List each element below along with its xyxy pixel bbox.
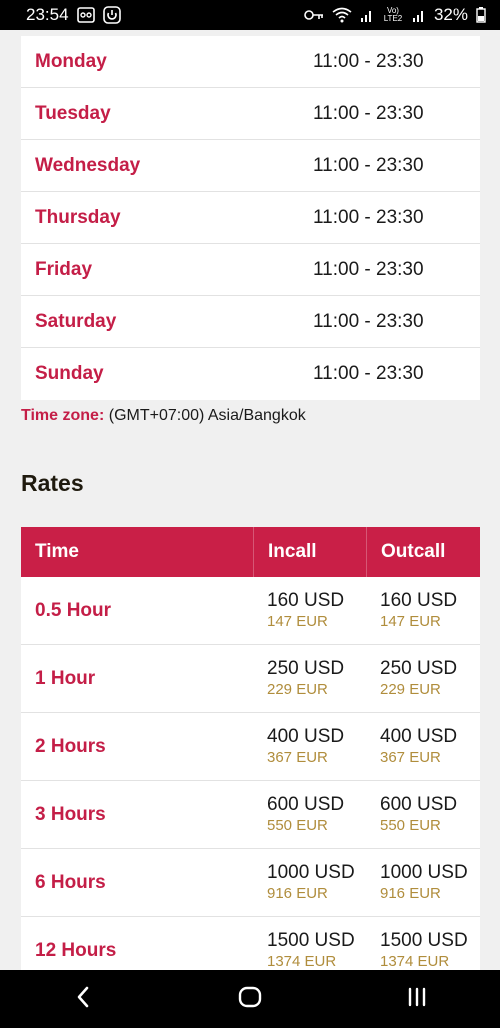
status-time: 23:54: [26, 5, 69, 24]
price-eur: 367 EUR: [380, 748, 441, 766]
rate-duration: 3 Hours: [35, 803, 106, 825]
hours-row-sunday: Sunday 11:00 - 23:30: [21, 348, 480, 400]
price-eur: 1374 EUR: [380, 952, 450, 970]
timezone-value: (GMT+07:00) Asia/Bangkok: [108, 407, 306, 424]
rate-duration: 12 Hours: [35, 939, 117, 961]
price-usd: 1500 USD: [380, 929, 468, 951]
day-label: Sunday: [35, 363, 104, 384]
price-usd: 160 USD: [267, 589, 345, 611]
price-usd: 250 USD: [380, 657, 458, 679]
home-button[interactable]: [220, 979, 280, 1019]
day-hours: 11:00 - 23:30: [313, 50, 424, 72]
hours-row-monday: Monday 11:00 - 23:30: [21, 36, 480, 88]
outcall-price: 600 USD 550 EUR: [366, 794, 480, 836]
incall-price: 1000 USD 916 EUR: [253, 862, 366, 904]
wifi-icon: [332, 7, 352, 23]
rate-duration: 6 Hours: [35, 871, 106, 893]
signal-icon: [412, 8, 426, 22]
outcall-price: 1500 USD 1374 EUR: [366, 930, 480, 971]
back-icon: [75, 986, 91, 1013]
recent-apps-icon: [406, 986, 428, 1013]
system-nav-bar: [0, 970, 500, 1028]
hours-row-saturday: Saturday 11:00 - 23:30: [21, 296, 480, 348]
signal-icon: [360, 8, 374, 22]
app-icon: [102, 6, 121, 24]
day-hours: 11:00 - 23:30: [313, 206, 424, 228]
price-usd: 600 USD: [380, 793, 458, 815]
day-label: Friday: [35, 258, 93, 280]
price-eur: 367 EUR: [267, 748, 328, 766]
outcall-price: 160 USD 147 EUR: [366, 590, 480, 632]
rate-duration: 1 Hour: [35, 667, 96, 689]
outcall-price: 1000 USD 916 EUR: [366, 862, 480, 904]
price-usd: 160 USD: [380, 589, 458, 611]
header-outcall: Outcall: [366, 527, 480, 577]
header-incall: Incall: [253, 527, 366, 577]
incall-price: 160 USD 147 EUR: [253, 590, 366, 632]
table-row: 3 Hours 600 USD 550 EUR 600 USD 550 EUR: [21, 781, 480, 849]
day-hours: 11:00 - 23:30: [313, 258, 424, 280]
key-icon: [304, 9, 324, 21]
table-row: 2 Hours 400 USD 367 EUR 400 USD 367 EUR: [21, 713, 480, 781]
price-eur: 916 EUR: [380, 884, 441, 902]
day-hours: 11:00 - 23:30: [313, 154, 424, 176]
hours-row-thursday: Thursday 11:00 - 23:30: [21, 192, 480, 244]
day-label: Monday: [35, 50, 107, 72]
price-usd: 400 USD: [267, 725, 345, 747]
price-eur: 916 EUR: [267, 884, 328, 902]
table-row: 6 Hours 1000 USD 916 EUR 1000 USD 916 EU…: [21, 849, 480, 917]
price-eur: 229 EUR: [267, 680, 328, 698]
day-label: Thursday: [35, 206, 121, 228]
incall-price: 400 USD 367 EUR: [253, 726, 366, 768]
price-eur: 229 EUR: [380, 680, 441, 698]
home-icon: [238, 985, 262, 1014]
header-time: Time: [35, 541, 80, 562]
price-usd: 600 USD: [267, 793, 345, 815]
price-eur: 550 EUR: [267, 816, 328, 834]
day-hours: 11:00 - 23:30: [313, 102, 424, 124]
hours-row-tuesday: Tuesday 11:00 - 23:30: [21, 88, 480, 140]
timezone-label: Time zone:: [21, 407, 105, 424]
incall-price: 1500 USD 1374 EUR: [253, 930, 366, 971]
table-row: 1 Hour 250 USD 229 EUR 250 USD 229 EUR: [21, 645, 480, 713]
price-usd: 400 USD: [380, 725, 458, 747]
table-row: 0.5 Hour 160 USD 147 EUR 160 USD 147 EUR: [21, 577, 480, 645]
timezone-line: Time zone: (GMT+07:00) Asia/Bangkok: [21, 407, 306, 425]
back-button[interactable]: [53, 979, 113, 1019]
network-label: Vo) LTE2: [383, 6, 403, 23]
recent-apps-button[interactable]: [387, 979, 447, 1019]
price-eur: 550 EUR: [380, 816, 441, 834]
opening-hours-table: Monday 11:00 - 23:30 Tuesday 11:00 - 23:…: [21, 36, 480, 400]
price-usd: 1000 USD: [267, 861, 355, 883]
hours-row-wednesday: Wednesday 11:00 - 23:30: [21, 140, 480, 192]
day-label: Wednesday: [35, 154, 141, 176]
price-usd: 1000 USD: [380, 861, 468, 883]
price-usd: 250 USD: [267, 657, 345, 679]
incall-price: 250 USD 229 EUR: [253, 658, 366, 700]
price-eur: 1374 EUR: [267, 952, 337, 970]
day-label: Saturday: [35, 310, 117, 332]
price-eur: 147 EUR: [267, 612, 328, 630]
table-row: 12 Hours 1500 USD 1374 EUR 1500 USD 1374…: [21, 917, 480, 970]
rates-heading: Rates: [21, 470, 84, 496]
day-hours: 11:00 - 23:30: [313, 363, 424, 384]
rate-duration: 0.5 Hour: [35, 599, 112, 621]
status-bar: 23:54 Vo) LTE2 32%: [0, 0, 500, 30]
hours-row-friday: Friday 11:00 - 23:30: [21, 244, 480, 296]
day-label: Tuesday: [35, 102, 111, 124]
rates-table-header: Time Incall Outcall: [21, 527, 480, 577]
price-usd: 1500 USD: [267, 929, 355, 951]
battery-icon: [476, 7, 486, 23]
gallery-icon: [76, 7, 95, 23]
price-eur: 147 EUR: [380, 612, 441, 630]
rate-duration: 2 Hours: [35, 735, 106, 757]
outcall-price: 400 USD 367 EUR: [366, 726, 480, 768]
incall-price: 600 USD 550 EUR: [253, 794, 366, 836]
outcall-price: 250 USD 229 EUR: [366, 658, 480, 700]
rates-table: Time Incall Outcall 0.5 Hour 160 USD 147…: [21, 527, 480, 970]
day-hours: 11:00 - 23:30: [313, 310, 424, 332]
battery-percent: 32%: [433, 5, 468, 24]
page-content: Monday 11:00 - 23:30 Tuesday 11:00 - 23:…: [0, 30, 500, 970]
